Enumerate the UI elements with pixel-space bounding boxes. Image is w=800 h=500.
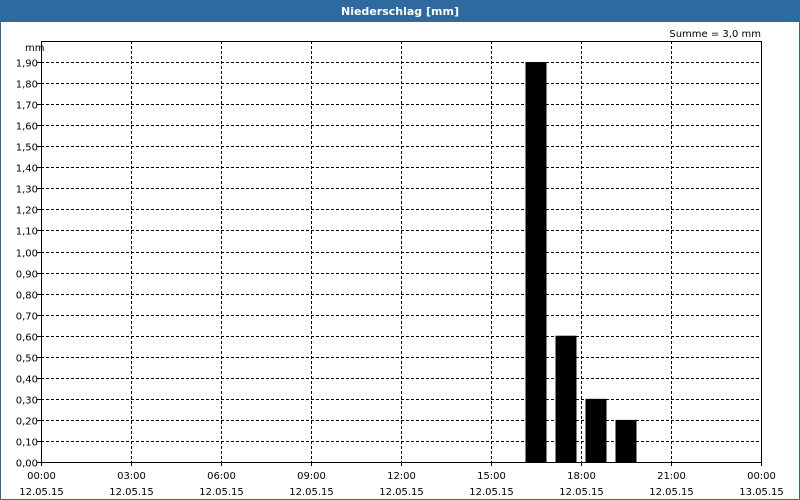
y-tick-label: 1,30 [16, 185, 38, 196]
bar [555, 335, 577, 462]
y-tick-label: 0,80 [16, 291, 38, 302]
x-tick-date-label: 12.05.15 [379, 487, 424, 498]
x-tick-time-label: 21:00 [657, 471, 686, 482]
y-tick-label: 0,30 [16, 396, 38, 407]
tick-labels: 0,00 0,10 0,20 0,30 0,40 0,50 0,60 0,70 0,80 0,90… [16, 59, 784, 499]
y-tick-label: 1,00 [16, 249, 38, 260]
y-tick-label: 0,50 [16, 354, 38, 365]
x-tick-date-label: 12.05.15 [19, 487, 64, 498]
x-tick-time-label: 00:00 [747, 471, 776, 482]
x-tick-date-label: 12.05.15 [649, 487, 694, 498]
y-tick-label: 1,60 [16, 122, 38, 133]
axes [37, 41, 762, 466]
x-tick-time-label: 15:00 [477, 471, 506, 482]
x-tick-date-label: 12.05.15 [469, 487, 514, 498]
y-tick-label: 1,10 [16, 227, 38, 238]
x-tick-date-label: 12.05.15 [199, 487, 244, 498]
y-tick-label: 1,70 [16, 101, 38, 112]
y-tick-label: 1,40 [16, 164, 38, 175]
y-tick-label: 0,00 [16, 459, 38, 470]
x-tick-date-label: 12.05.15 [289, 487, 334, 498]
x-tick-time-label: 12:00 [387, 471, 416, 482]
x-tick-date-label: 13.05.15 [739, 487, 784, 498]
y-tick-label: 0,10 [16, 438, 38, 449]
chart-window: Niederschlag [mm] 0,00 0,10 0,20 0,30 0,40 0,… [0, 0, 800, 500]
y-tick-label: 0,40 [16, 375, 38, 386]
y-tick-label: 1,90 [16, 59, 38, 70]
y-tick-label: 0,70 [16, 312, 38, 323]
x-tick-time-label: 09:00 [297, 471, 326, 482]
chart-title: Niederschlag [mm] [1, 1, 799, 22]
y-tick-label: 0,20 [16, 417, 38, 428]
bar [615, 419, 637, 462]
x-tick-time-label: 18:00 [567, 471, 596, 482]
y-tick-label: 0,90 [16, 270, 38, 281]
x-tick-time-label: 00:00 [27, 471, 56, 482]
x-tick-time-label: 06:00 [207, 471, 236, 482]
x-tick-date-label: 12.05.15 [109, 487, 154, 498]
y-tick-label: 1,80 [16, 80, 38, 91]
bar [525, 62, 547, 463]
x-tick-time-label: 03:00 [117, 471, 146, 482]
y-tick-label: 0,60 [16, 333, 38, 344]
y-tick-label: 1,20 [16, 206, 38, 217]
grid-lines [41, 41, 761, 462]
y-axis-unit-label: mm [25, 43, 44, 54]
y-tick-label: 1,50 [16, 143, 38, 154]
sum-annotation: Summe = 3,0 mm [669, 29, 761, 40]
chart-svg: 0,00 0,10 0,20 0,30 0,40 0,50 0,60 0,70 0,80 0,90… [16, 29, 784, 499]
bar [585, 398, 607, 462]
x-tick-date-label: 12.05.15 [559, 487, 604, 498]
